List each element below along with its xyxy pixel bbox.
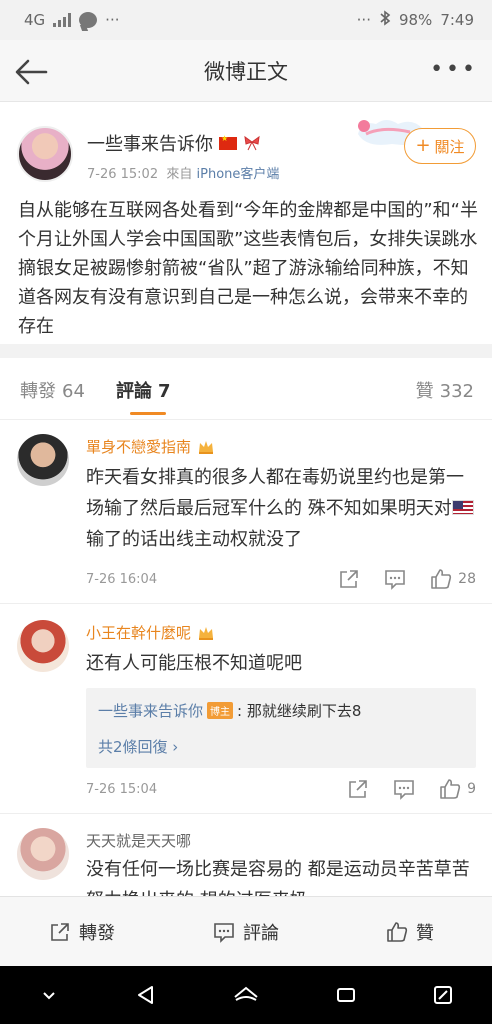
comment-text-part-2: 输了的话出线主动权就没了 [86, 529, 302, 550]
tab-forwards-count: 64 [62, 381, 85, 402]
section-divider [0, 344, 492, 358]
chat-notification-icon [79, 12, 98, 28]
comment-button[interactable]: 評論 [164, 919, 328, 945]
op-badge: 博主 [207, 702, 234, 719]
commenter-name[interactable]: 小王在幹什麼呢 [86, 622, 191, 643]
expand-icon[interactable] [431, 983, 455, 1007]
commenter-name-row: 單身不戀愛指南 [86, 436, 215, 457]
share-icon[interactable] [347, 778, 369, 800]
comment-actions: 9 [347, 778, 476, 800]
comment-item: 天天就是天天哪 没有任何一场比赛是容易的 都是运动员辛苦草苦努力换出来的 想的过… [0, 814, 492, 896]
back-icon[interactable] [134, 983, 158, 1007]
like-button[interactable]: 28 [430, 568, 476, 590]
share-icon[interactable] [338, 568, 360, 590]
status-bar: 4G ··· ··· 98% 7:49 [0, 0, 492, 40]
follow-button[interactable]: + 關注 [404, 128, 476, 164]
bottom-action-bar: 轉發 評論 贊 [0, 896, 492, 966]
app-header: 微博正文 ••• [0, 40, 492, 102]
tab-forwards[interactable]: 轉發 64 [20, 377, 85, 403]
comment-actions: 28 [338, 568, 476, 590]
comment-label: 評論 [243, 922, 279, 944]
more-options-icon[interactable]: ••• [430, 59, 478, 81]
commenter-name[interactable]: 天天就是天天哪 [86, 830, 191, 851]
tab-comments-label: 評論 [116, 381, 152, 402]
tab-likes-count: 332 [439, 381, 474, 402]
comment-text: 还有人可能压根不知道呢吧 [86, 653, 302, 674]
post-source[interactable]: iPhone客户端 [197, 167, 280, 182]
active-tab-indicator [130, 412, 166, 415]
comment-text: 昨天看女排真的很多人都在毒奶说里约也是第一场输了然后最后冠军什么的 殊不知如果明… [86, 462, 478, 555]
china-flag-icon [219, 134, 237, 150]
more-notifications-indicator: ··· [105, 11, 120, 29]
tab-likes-label: 贊 [415, 381, 434, 402]
commenter-avatar[interactable] [17, 828, 69, 880]
reply-icon[interactable] [384, 568, 406, 590]
reply-text: : 那就继续刷下去8 [237, 702, 362, 720]
commenter-name[interactable]: 單身不戀愛指南 [86, 436, 191, 457]
post-meta: 7-26 15:02 來自 iPhone客户端 [87, 163, 279, 182]
reply-author[interactable]: 一些事来告诉你 [98, 700, 203, 721]
thumbs-up-icon [440, 779, 461, 799]
like-count: 9 [467, 781, 476, 797]
system-nav-bar [0, 966, 492, 1024]
crown-badge-icon [199, 440, 214, 454]
like-count: 28 [458, 571, 476, 587]
follow-label: 關注 [434, 137, 465, 156]
comment-time: 7-26 16:04 [86, 572, 158, 587]
chevron-down-icon[interactable] [37, 983, 61, 1007]
post-time: 7-26 15:02 [87, 167, 159, 182]
tab-forwards-label: 轉發 [20, 381, 56, 402]
comment-text-part-1: 昨天看女排真的很多人都在毒奶说里约也是第一场输了然后最后冠军什么的 殊不知如果明… [86, 467, 464, 519]
forward-button[interactable]: 轉發 [0, 919, 164, 945]
post-source-prefix: 來自 [166, 167, 193, 182]
thumbs-up-icon [387, 921, 408, 942]
share-icon [51, 922, 69, 941]
recent-apps-icon[interactable] [334, 983, 358, 1007]
like-button[interactable]: 9 [439, 778, 476, 800]
back-arrow-icon [15, 59, 48, 85]
clock: 7:49 [440, 11, 474, 29]
commenter-avatar[interactable] [17, 620, 69, 672]
more-status-indicator: ··· [356, 11, 371, 29]
forward-label: 轉發 [79, 922, 115, 944]
usa-flag-icon [451, 500, 474, 515]
comment-item: 單身不戀愛指南 昨天看女排真的很多人都在毒奶说里约也是第一场输了然后最后冠军什么… [0, 420, 492, 604]
crown-badge-icon [199, 626, 214, 640]
commenter-name-row: 天天就是天天哪 [86, 830, 191, 851]
battery-level: 98% [398, 11, 433, 29]
weibo-post: 一些事来告诉你 7-26 15:02 來自 iPhone客户端 + 關注 自从能… [0, 104, 492, 344]
view-replies-link[interactable]: 共2條回復 › [98, 736, 178, 757]
reply-icon[interactable] [393, 778, 415, 800]
author-avatar[interactable] [17, 126, 73, 182]
comment-time: 7-26 15:04 [86, 782, 158, 797]
interaction-tabs: 轉發 64 評論 7 贊 332 [0, 358, 492, 420]
comment-item: 小王在幹什麼呢 还有人可能压根不知道呢吧 一些事来告诉你 博主 : 那就继续刷下… [0, 604, 492, 814]
commenter-avatar[interactable] [17, 434, 69, 486]
plus-icon: + [415, 135, 431, 156]
thumbs-up-icon [431, 569, 452, 589]
commenter-name-row: 小王在幹什麼呢 [86, 622, 215, 643]
comment-text: 没有任何一场比赛是容易的 都是运动员辛苦草苦努力换出来的 想的过医来奶 [86, 859, 470, 896]
page-title: 微博正文 [204, 59, 288, 84]
reply-line: 一些事来告诉你 博主 : 那就继续刷下去8 [98, 700, 361, 721]
like-label: 贊 [416, 922, 434, 944]
tab-likes[interactable]: 贊 332 [416, 377, 474, 403]
home-icon[interactable] [232, 983, 260, 1007]
tab-comments[interactable]: 評論 7 [116, 377, 171, 403]
post-body: 自从能够在互联网各处看到“今年的金牌都是中国的”和“半个月让外国人学会中国国歌”… [18, 200, 478, 337]
bluetooth-icon [379, 10, 391, 30]
ribbon-icon [243, 135, 261, 151]
weibo-post-screen: 4G ··· ··· 98% 7:49 微博正文 ••• 一些事来告诉你 ★ 7… [0, 0, 492, 1024]
tab-comments-count: 7 [158, 381, 171, 402]
signal-icon [53, 13, 72, 27]
network-indicator: 4G [24, 11, 46, 29]
reply-preview[interactable]: 一些事来告诉你 博主 : 那就继续刷下去8 共2條回復 › [86, 688, 476, 768]
back-button[interactable] [12, 52, 52, 92]
like-post-button[interactable]: 贊 [328, 919, 492, 945]
comment-icon [214, 922, 234, 943]
author-name[interactable]: 一些事来告诉你 [87, 130, 213, 156]
